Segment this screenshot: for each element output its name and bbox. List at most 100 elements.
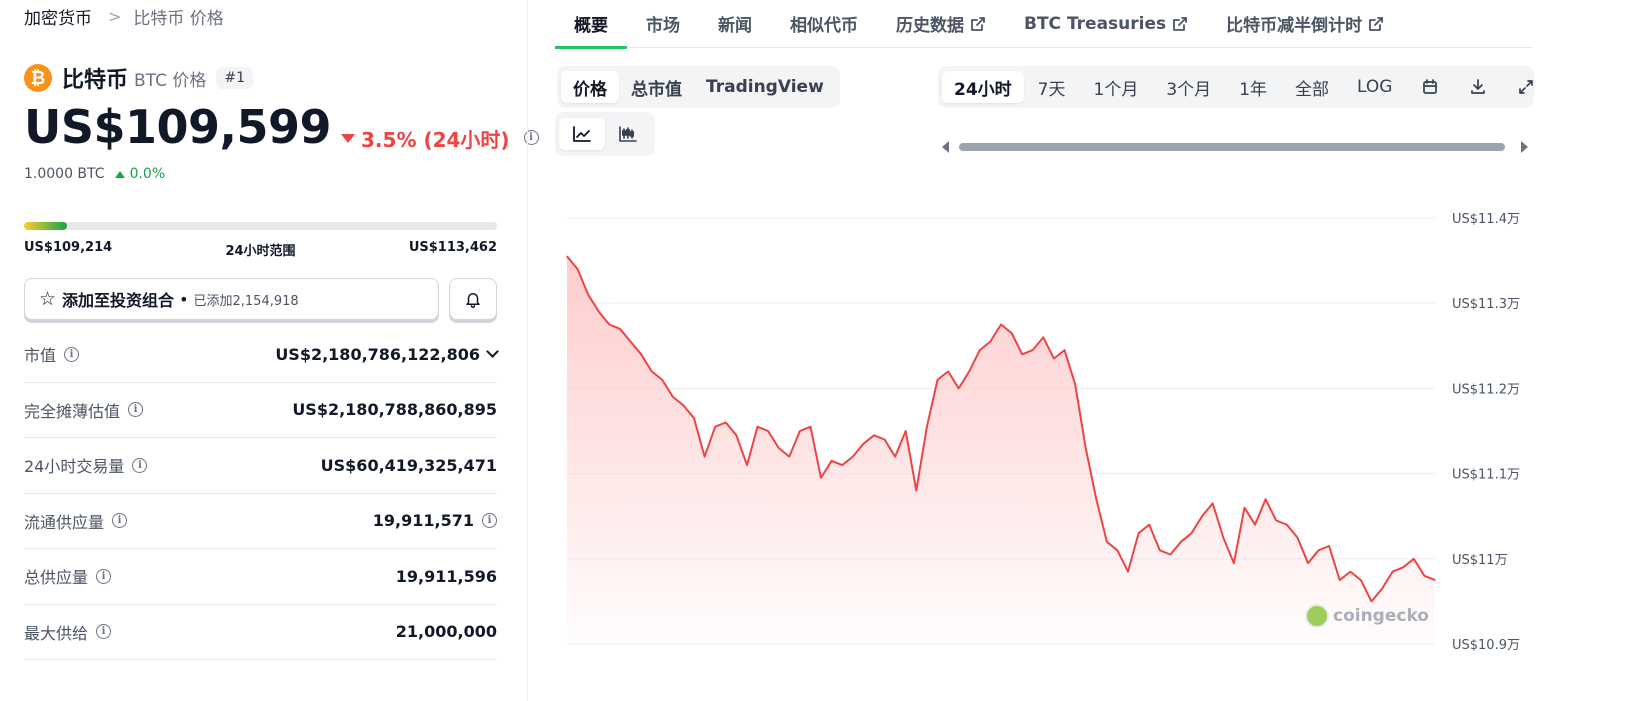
stat-value: US$60,419,325,471 (320, 455, 497, 475)
stat-label-wrap: 最大供给 i (24, 620, 112, 644)
chart-mode-0[interactable]: 价格 (561, 71, 619, 103)
price-point (566, 255, 568, 257)
price-point (989, 340, 991, 343)
price-point (873, 434, 875, 436)
price-point (884, 438, 886, 441)
price-point (841, 464, 843, 466)
stat-value: US$2,180,786,122,806 (275, 344, 480, 364)
calendar-button[interactable] (1406, 71, 1454, 103)
price-point (682, 404, 684, 406)
add-to-portfolio-button[interactable]: ☆ 添加至投资组合 • 已添加2,154,918 (24, 278, 439, 320)
time-range-3[interactable]: 3个月 (1152, 71, 1225, 103)
stat-info-icon[interactable]: i (132, 457, 148, 473)
tab-6[interactable]: 比特币减半倒计时 (1207, 0, 1403, 48)
candlestick-chart-button[interactable] (605, 118, 651, 150)
price-area-fill (567, 256, 1435, 644)
download-button[interactable] (1454, 71, 1502, 103)
scroll-left-arrow-icon[interactable] (942, 141, 949, 153)
price-point (862, 443, 864, 445)
time-range-4[interactable]: 1年 (1225, 71, 1281, 103)
line-chart-button[interactable] (559, 118, 605, 150)
time-range-6[interactable]: LOG (1343, 71, 1406, 103)
chart-range-scrollbar[interactable] (940, 138, 1534, 156)
tab-5[interactable]: BTC Treasuries (1005, 0, 1207, 48)
chevron-down-icon[interactable] (486, 344, 499, 358)
stat-value: US$2,180,788,860,895 (292, 400, 497, 420)
stat-row: 24小时交易量 i US$60,419,325,471 (24, 438, 497, 494)
price-point (1180, 541, 1182, 543)
price-alert-button[interactable] (449, 278, 497, 320)
y-tick-label: US$11.2万 (1452, 382, 1520, 397)
scrollbar-thumb[interactable] (959, 143, 1505, 151)
tab-1[interactable]: 市场 (627, 0, 699, 48)
tab-label: 新闻 (718, 16, 752, 36)
scroll-right-arrow-icon[interactable] (1521, 141, 1528, 153)
chart-mode-1[interactable]: 总市值 (619, 71, 694, 103)
stat-info-icon[interactable]: i (128, 402, 144, 418)
coin-subtitle: BTC 价格 (134, 70, 207, 91)
stat-info-icon[interactable]: i (64, 346, 80, 362)
stat-info-icon[interactable]: i (112, 513, 128, 529)
y-tick-label: US$11.3万 (1452, 297, 1520, 312)
price-point (1169, 553, 1171, 556)
price-point (820, 477, 822, 479)
price-point (979, 349, 981, 351)
stat-value: 19,911,596 (395, 566, 497, 586)
price-point (905, 430, 907, 432)
price-point (1318, 549, 1320, 551)
supply-info-icon[interactable]: i (482, 513, 497, 529)
y-tick-label: US$11.1万 (1452, 468, 1520, 483)
portfolio-label: 添加至投资组合 (62, 291, 175, 310)
breadcrumb-chevron-icon: > (108, 7, 122, 26)
time-range-2[interactable]: 1个月 (1080, 71, 1153, 103)
stat-info-icon[interactable]: i (96, 568, 112, 584)
tab-4[interactable]: 历史数据 (877, 0, 1005, 48)
price-info-icon[interactable]: i (523, 130, 539, 145)
time-range-0[interactable]: 24小时 (942, 71, 1024, 103)
price-point (1296, 536, 1298, 539)
portfolio-separator: • (179, 289, 189, 309)
y-tick-label: US$11万 (1452, 553, 1508, 568)
price-point (1074, 383, 1076, 385)
price-point (619, 328, 621, 330)
price-point (1063, 349, 1066, 351)
price-point (1212, 502, 1214, 504)
price-point (778, 447, 780, 449)
breadcrumb-cryptocurrencies-link[interactable]: 加密货币 (24, 4, 92, 29)
price-point (767, 430, 769, 432)
price-point (1190, 532, 1193, 534)
market-cap-row[interactable]: 市值 i US$2,180,786,122,806 (24, 327, 499, 383)
btc-change: 0.0% (129, 166, 166, 182)
24h-range-labels: US$109,214 24小时范围 US$113,462 (24, 240, 497, 259)
price-chart: US$11.4万 US$11.3万 US$11.2万 US$11.1万 US$11万 US… (555, 170, 1647, 701)
price-point (1138, 532, 1140, 534)
chart-mode-2[interactable]: TradingView (694, 71, 836, 103)
time-range-1[interactable]: 7天 (1024, 71, 1080, 103)
expand-button[interactable] (1502, 71, 1550, 103)
stat-value-wrap: 21,000,000 (396, 622, 497, 641)
stat-value-wrap: US$2,180,788,860,895 (292, 400, 497, 419)
line-chart-icon (573, 126, 591, 142)
price-point (1042, 336, 1044, 338)
coin-tabs: 概要 市场 新闻 相似代币 历史数据 BTC Treasuries 比特币减半倒计时 (555, 0, 1533, 49)
tab-2[interactable]: 新闻 (699, 0, 771, 48)
price-point (1127, 571, 1129, 573)
price-point (1265, 498, 1267, 500)
breadcrumb-current: 比特币 价格 (133, 9, 224, 29)
price-point (1000, 323, 1002, 326)
tab-3[interactable]: 相似代币 (771, 0, 877, 48)
btc-price-row: 1.0000 BTC 0.0% (24, 166, 165, 182)
stat-info-icon[interactable]: i (96, 624, 112, 640)
coin-name: 比特币 (62, 68, 129, 93)
bitcoin-logo-icon: ₿ (24, 64, 52, 92)
stat-label: 流通供应量 (24, 512, 105, 532)
time-range-5[interactable]: 全部 (1281, 71, 1343, 103)
price-point (1328, 545, 1330, 547)
price-point (894, 456, 896, 458)
price-point (725, 421, 727, 424)
tab-0[interactable]: 概要 (555, 0, 627, 49)
stat-value-wrap: US$2,180,786,122,806 (275, 344, 499, 364)
price-point (968, 370, 970, 372)
price-point (947, 370, 949, 372)
price-point (936, 379, 939, 381)
